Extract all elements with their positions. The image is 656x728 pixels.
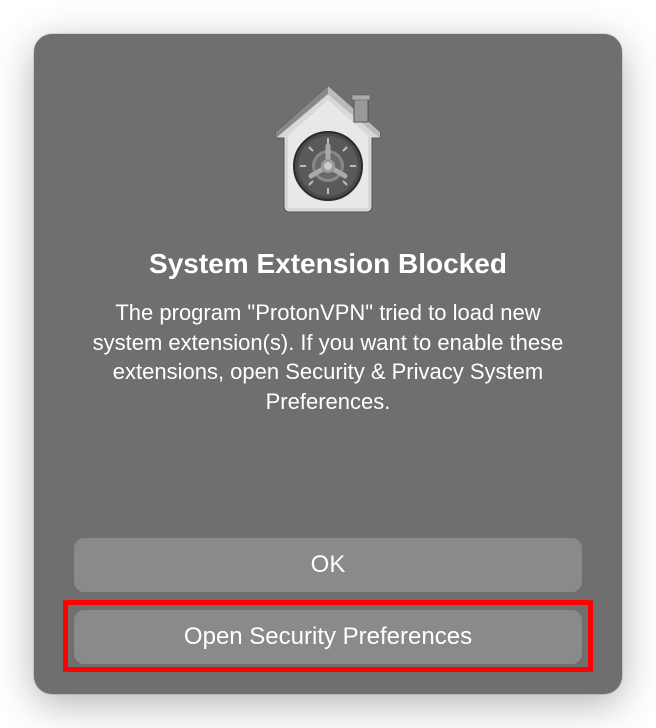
security-gatekeeper-icon [258,78,398,218]
open-security-preferences-button[interactable]: Open Security Preferences [74,610,582,664]
button-stack: OK Open Security Preferences [74,538,582,664]
ok-button[interactable]: OK [74,538,582,592]
system-extension-blocked-dialog: System Extension Blocked The program "Pr… [34,34,622,694]
dialog-title: System Extension Blocked [149,248,507,280]
dialog-message: The program "ProtonVPN" tried to load ne… [74,298,582,417]
